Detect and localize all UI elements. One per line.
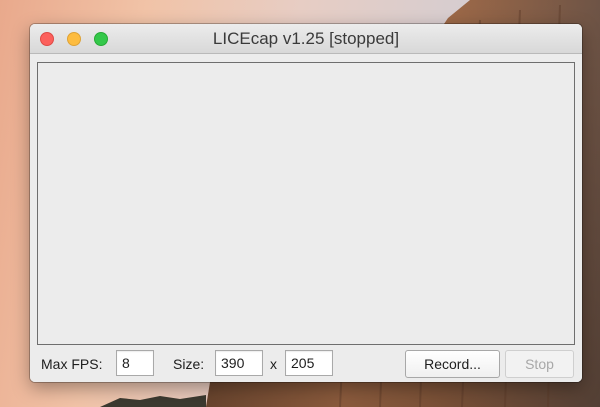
max-fps-label: Max FPS: bbox=[41, 356, 103, 372]
title-bar[interactable]: LICEcap v1.25 [stopped] bbox=[30, 24, 582, 54]
size-label: Size: bbox=[173, 356, 205, 372]
control-bar: Max FPS: Size: x Record... Stop bbox=[30, 346, 582, 382]
height-input[interactable] bbox=[285, 350, 333, 376]
size-separator: x bbox=[270, 356, 277, 372]
window-title: LICEcap v1.25 [stopped] bbox=[212, 29, 400, 48]
max-fps-input[interactable] bbox=[116, 350, 154, 376]
licecap-window: LICEcap v1.25 [stopped] Max FPS: Size: x… bbox=[30, 24, 582, 382]
record-button[interactable]: Record... bbox=[405, 350, 500, 378]
capture-region-frame[interactable] bbox=[37, 62, 575, 345]
width-input[interactable] bbox=[215, 350, 263, 376]
stop-button: Stop bbox=[505, 350, 574, 378]
